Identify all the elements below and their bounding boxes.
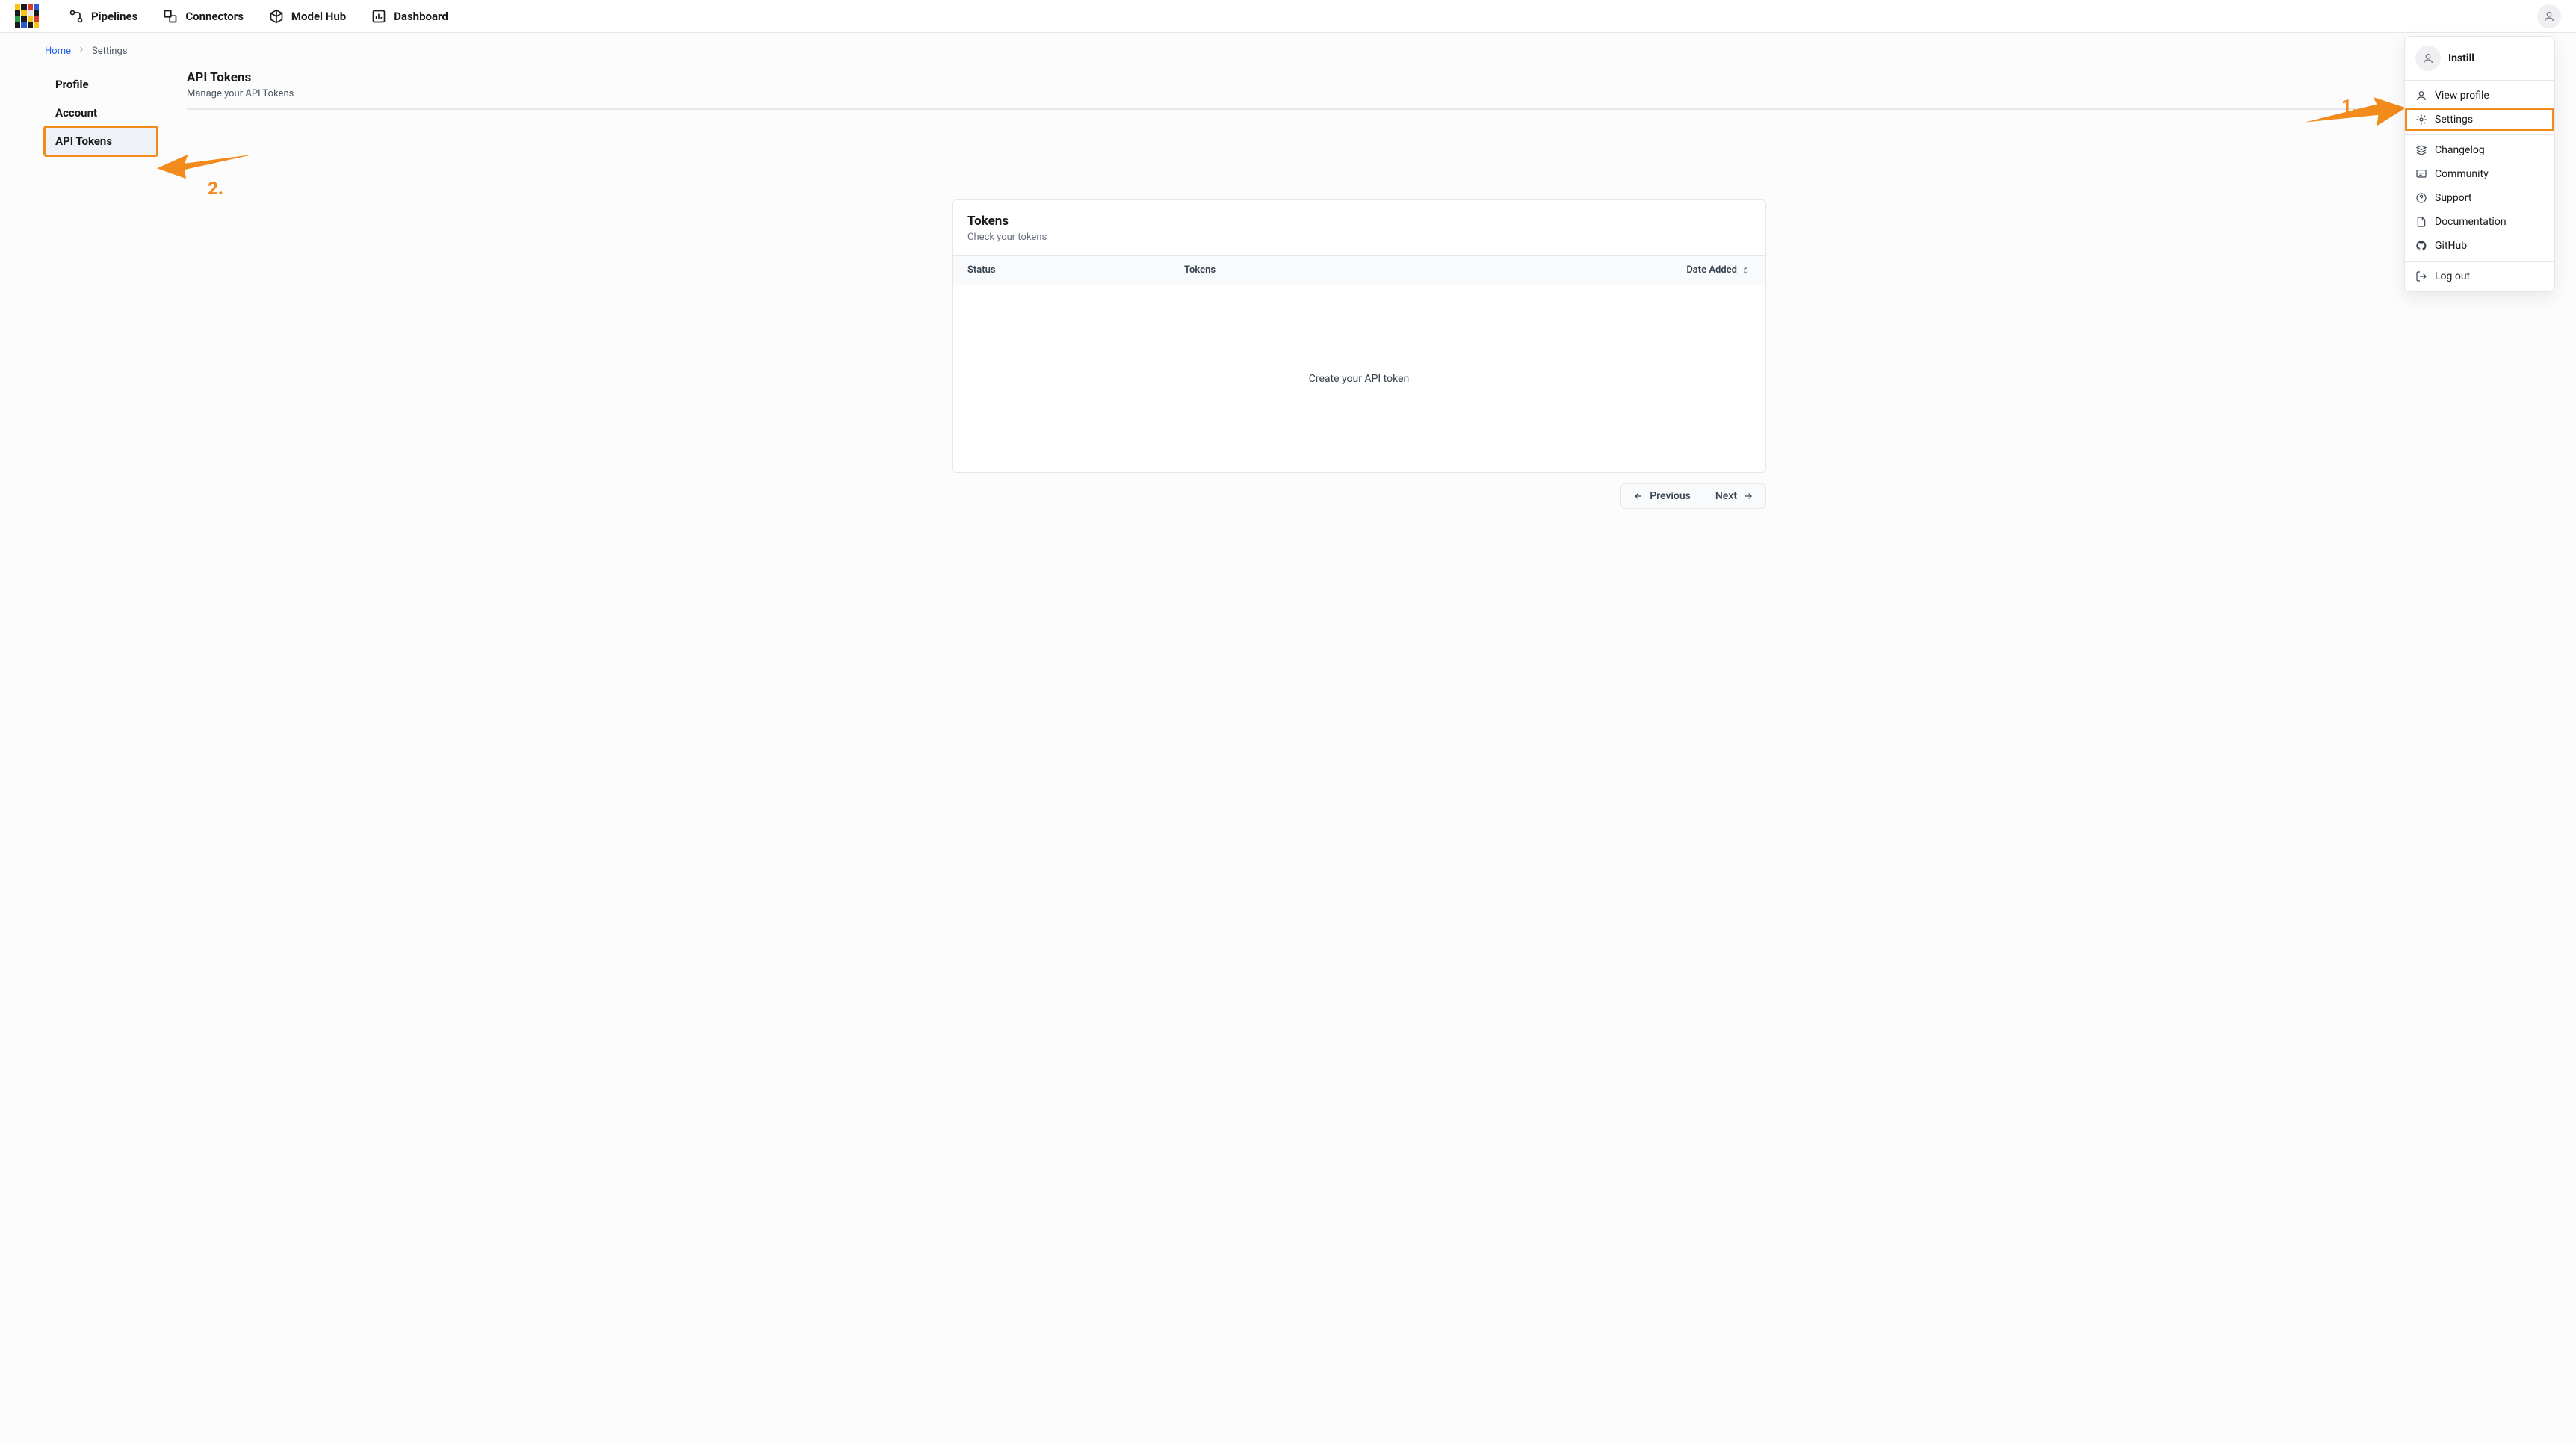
- nav-label: Model Hub: [291, 10, 346, 23]
- menu-community[interactable]: Community: [2405, 162, 2554, 186]
- sidebar-item-label: Account: [55, 106, 97, 120]
- empty-state-text: Create your API token: [1309, 373, 1409, 385]
- breadcrumb: Home Settings: [0, 33, 2576, 63]
- col-status: Status: [967, 264, 1184, 276]
- profile-button[interactable]: [2537, 4, 2561, 28]
- layers-icon: [2415, 144, 2427, 156]
- breadcrumb-current: Settings: [92, 46, 127, 57]
- content: API Tokens Manage your API Tokens Tokens…: [187, 70, 2531, 509]
- user-icon: [2415, 90, 2427, 102]
- nav-label: Connectors: [185, 10, 244, 23]
- sidebar-item-api-tokens[interactable]: API Tokens: [45, 127, 157, 155]
- dropdown-section-1: View profile Settings: [2405, 81, 2554, 134]
- menu-changelog[interactable]: Changelog: [2405, 138, 2554, 162]
- arrow-icon: [2305, 93, 2406, 129]
- breadcrumb-home[interactable]: Home: [45, 46, 71, 57]
- divider: [187, 108, 2531, 110]
- sidebar-item-account[interactable]: Account: [45, 99, 157, 127]
- pipelines-icon: [69, 9, 84, 24]
- col-tokens: Tokens: [1184, 264, 1661, 276]
- profile-dropdown: Instill View profile Settings Changelog …: [2404, 36, 2555, 292]
- chart-icon: [371, 9, 386, 24]
- nav-label: Dashboard: [394, 10, 448, 23]
- nav-label: Pipelines: [91, 10, 137, 23]
- menu-label: Documentation: [2435, 216, 2507, 228]
- user-icon: [2422, 52, 2434, 64]
- page-subtitle: Manage your API Tokens: [187, 88, 2531, 99]
- annotation-2-arrow: [157, 151, 254, 182]
- menu-logout[interactable]: Log out: [2405, 264, 2554, 288]
- prev-label: Previous: [1650, 490, 1691, 502]
- avatar: [2415, 46, 2441, 71]
- table-body-empty: Create your API token: [953, 285, 1765, 472]
- pager: Previous Next: [952, 483, 1766, 509]
- logo[interactable]: [15, 4, 39, 28]
- chevron-right-icon: [77, 45, 86, 57]
- menu-label: Log out: [2435, 270, 2470, 282]
- github-icon: [2415, 240, 2427, 252]
- table-head: Status Tokens Date Added: [953, 255, 1765, 285]
- gear-icon: [2415, 114, 2427, 126]
- menu-label: Settings: [2435, 114, 2473, 126]
- card-subtitle: Check your tokens: [967, 232, 1750, 243]
- menu-settings[interactable]: Settings: [2405, 108, 2554, 131]
- connectors-icon: [163, 9, 178, 24]
- menu-view-profile[interactable]: View profile: [2405, 84, 2554, 108]
- nav-connectors[interactable]: Connectors: [163, 9, 244, 24]
- menu-documentation[interactable]: Documentation: [2405, 210, 2554, 234]
- arrow-right-icon: [1743, 491, 1753, 501]
- annotation-1-arrow: [2305, 93, 2406, 132]
- cube-icon: [269, 9, 284, 24]
- topbar: Pipelines Connectors Model Hub Dashboard: [0, 0, 2576, 33]
- card-header: Tokens Check your tokens: [953, 200, 1765, 255]
- arrow-left-icon: [1633, 491, 1644, 501]
- menu-label: Changelog: [2435, 144, 2485, 156]
- menu-github[interactable]: GitHub: [2405, 234, 2554, 258]
- card-title: Tokens: [967, 214, 1750, 229]
- sidebar-item-label: API Tokens: [55, 134, 112, 148]
- menu-label: GitHub: [2435, 240, 2467, 252]
- menu-label: Community: [2435, 168, 2489, 180]
- nav-dashboard[interactable]: Dashboard: [371, 9, 448, 24]
- page-title: API Tokens: [187, 70, 2531, 85]
- col-date[interactable]: Date Added: [1661, 264, 1750, 276]
- nav-pipelines[interactable]: Pipelines: [69, 9, 137, 24]
- main: Profile Account API Tokens API Tokens Ma…: [0, 63, 2576, 539]
- dropdown-section-3: Log out: [2405, 262, 2554, 291]
- next-label: Next: [1715, 490, 1737, 502]
- logout-icon: [2415, 270, 2427, 282]
- menu-label: View profile: [2435, 90, 2489, 102]
- col-date-label: Date Added: [1686, 264, 1737, 276]
- dropdown-section-2: Changelog Community Support Documentatio…: [2405, 135, 2554, 261]
- menu-label: Support: [2435, 192, 2471, 204]
- sidebar: Profile Account API Tokens: [45, 70, 157, 509]
- menu-support[interactable]: Support: [2405, 186, 2554, 210]
- next-button[interactable]: Next: [1703, 483, 1766, 509]
- sidebar-item-label: Profile: [55, 78, 89, 91]
- sort-icon: [1741, 266, 1750, 275]
- nav-model-hub[interactable]: Model Hub: [269, 9, 346, 24]
- file-icon: [2415, 216, 2427, 228]
- dropdown-username: Instill: [2448, 52, 2474, 64]
- dropdown-header: Instill: [2405, 37, 2554, 81]
- message-icon: [2415, 168, 2427, 180]
- prev-button[interactable]: Previous: [1620, 483, 1703, 509]
- user-icon: [2543, 10, 2555, 22]
- nav-items: Pipelines Connectors Model Hub Dashboard: [69, 9, 448, 24]
- tokens-card: Tokens Check your tokens Status Tokens D…: [952, 199, 1766, 473]
- arrow-icon: [157, 151, 254, 179]
- sidebar-item-profile[interactable]: Profile: [45, 70, 157, 99]
- help-icon: [2415, 192, 2427, 204]
